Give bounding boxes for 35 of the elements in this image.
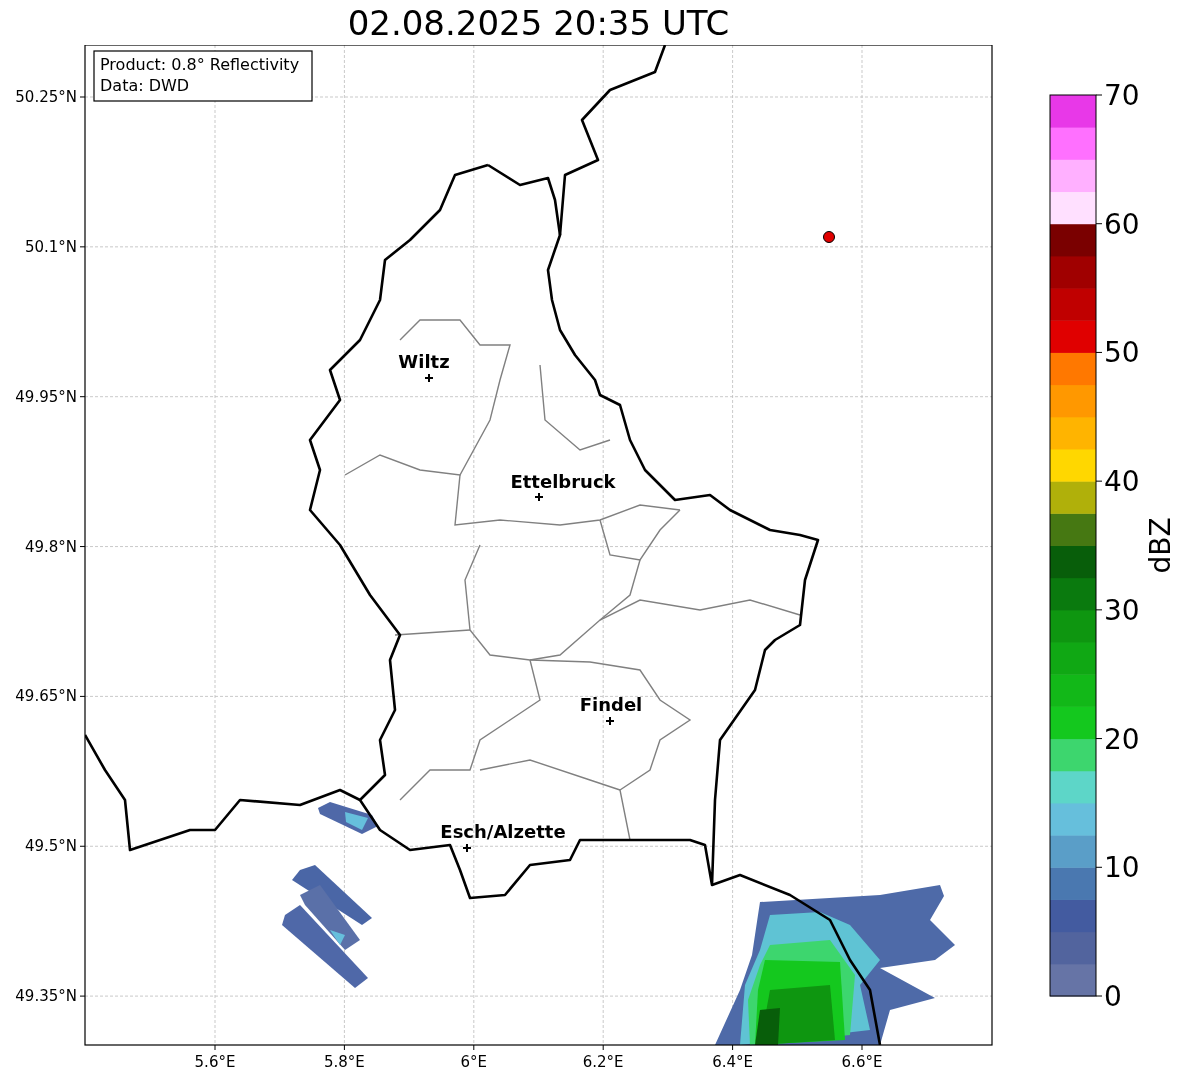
longitude-label: 6.6°E xyxy=(841,1053,883,1071)
info-text: Data: DWD xyxy=(100,76,190,95)
colorbar-tick-label: 30 xyxy=(1104,593,1140,627)
longitude-label: 5.6°E xyxy=(194,1053,236,1071)
info-text: Product: 0.8° Reflectivity xyxy=(100,55,300,74)
colorbar-label: dBZ xyxy=(1144,517,1177,574)
colorbar-tick-label: 10 xyxy=(1104,851,1140,885)
colorbar-tick-label: 20 xyxy=(1104,722,1140,756)
city-label: Wiltz xyxy=(398,351,450,372)
city-label: Esch/Alzette xyxy=(440,821,566,842)
radar-site-marker xyxy=(823,231,835,243)
colorbar-tick-label: 50 xyxy=(1104,336,1140,370)
colorbar-tick-label: 0 xyxy=(1104,980,1122,1013)
latitude-label: 49.95°N xyxy=(15,387,77,406)
latitude-label: 49.35°N xyxy=(15,987,77,1006)
colorbar-tick-label: 60 xyxy=(1104,207,1140,241)
longitude-label: 6°E xyxy=(460,1053,488,1071)
latitude-label: 50.25°N xyxy=(15,88,77,106)
latitude-label: 49.5°N xyxy=(24,837,77,856)
map-title: 02.08.2025 20:35 UTC xyxy=(346,1,731,45)
colorbar-tick-label: 70 xyxy=(1104,79,1140,112)
longitude-label: 6.2°E xyxy=(582,1053,624,1071)
city-marker-icon xyxy=(605,716,615,726)
latitude-label: 49.8°N xyxy=(24,537,77,556)
city-label: Findel xyxy=(579,694,643,715)
city-marker-icon xyxy=(462,843,472,853)
rain-echo xyxy=(318,802,378,834)
longitude-label: 5.8°E xyxy=(324,1053,365,1071)
latitude-label: 50.1°N xyxy=(24,237,77,256)
city-label: Ettelbruck xyxy=(510,471,616,492)
colorbar-tick-label: 40 xyxy=(1104,465,1140,499)
city-marker-icon xyxy=(534,492,544,502)
longitude-label: 6.4°E xyxy=(712,1053,753,1071)
latitude-label: 49.65°N xyxy=(15,687,77,706)
city-marker-icon xyxy=(424,373,434,383)
